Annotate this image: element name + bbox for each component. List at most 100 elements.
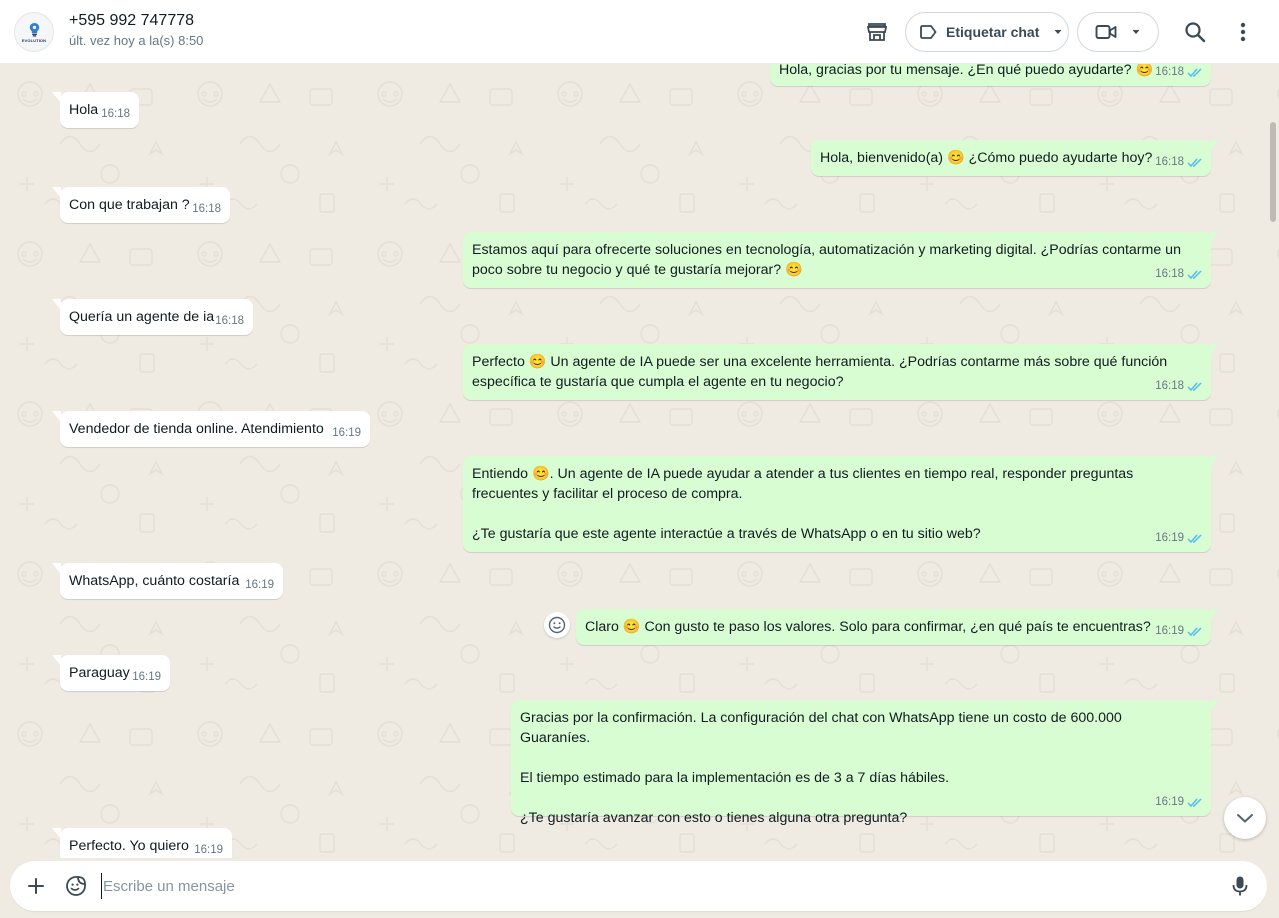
message-incoming[interactable]: Paraguay 16:19 bbox=[52, 655, 170, 691]
message-text: Hola, gracias por tu mensaje. ¿En qué pu… bbox=[779, 64, 1154, 78]
bubble-tail bbox=[1210, 456, 1219, 467]
catalog-store-button[interactable] bbox=[862, 17, 892, 47]
chat-header: EVOLUTION +595 992 747778 últ. vez hoy a… bbox=[0, 0, 1279, 64]
message-text: Perfecto 😊 Un agente de IA puede ser una… bbox=[472, 354, 1172, 390]
message-time: 16:19 bbox=[132, 671, 161, 683]
video-camera-icon bbox=[1095, 25, 1117, 39]
contact-name: +595 992 747778 bbox=[69, 12, 195, 29]
plus-icon bbox=[28, 878, 44, 894]
voice-message-button[interactable] bbox=[1228, 874, 1252, 898]
message-meta: 16:19 bbox=[1155, 792, 1203, 812]
double-check-read-icon bbox=[1187, 381, 1202, 391]
message-time: 16:18 bbox=[101, 108, 130, 120]
message-incoming[interactable]: WhatsApp, cuánto costaría 16:19 bbox=[52, 563, 283, 599]
bubble-tail bbox=[52, 92, 61, 103]
message-time: 16:18 bbox=[1155, 380, 1184, 392]
message-time: 16:18 bbox=[1155, 268, 1184, 280]
message-time: 16:18 bbox=[192, 203, 221, 215]
message-time: 16:18 bbox=[1155, 156, 1184, 168]
message-time: 16:19 bbox=[1155, 532, 1184, 544]
message-incoming[interactable]: Perfecto. Yo quiero 16:19 bbox=[52, 828, 232, 858]
message-time: 16:18 bbox=[1155, 66, 1184, 78]
message-text: Hola, bienvenido(a) 😊 ¿Cómo puedo ayudar… bbox=[820, 150, 1153, 166]
message-incoming[interactable]: Vendedor de tienda online. Atendimiento … bbox=[52, 411, 370, 447]
double-check-read-icon bbox=[1187, 157, 1202, 167]
double-check-read-icon bbox=[1187, 533, 1202, 543]
chat-scrollbar[interactable] bbox=[1270, 122, 1276, 222]
bubble-tail bbox=[1210, 344, 1219, 355]
message-outgoing[interactable]: Gracias por la confirmación. La configur… bbox=[511, 700, 1219, 826]
composer-box bbox=[10, 861, 1267, 911]
microphone-icon bbox=[1232, 876, 1248, 896]
message-text: Gracias por la confirmación. La configur… bbox=[520, 710, 1122, 826]
message-input[interactable] bbox=[101, 873, 1201, 899]
sticker-icon bbox=[66, 876, 86, 896]
bubble-tail bbox=[52, 828, 61, 839]
double-check-read-icon bbox=[1187, 797, 1202, 807]
chat-messages-area[interactable]: Hola, gracias por tu mensaje. ¿En qué pu… bbox=[0, 64, 1279, 858]
lightbulb-logo-icon bbox=[29, 22, 39, 36]
add-reaction-button[interactable] bbox=[544, 612, 570, 638]
search-icon bbox=[1185, 22, 1206, 43]
double-check-read-icon bbox=[1187, 269, 1202, 279]
message-time: 16:18 bbox=[215, 315, 244, 327]
message-text: Vendedor de tienda online. Atendimiento bbox=[69, 421, 324, 437]
bubble-tail bbox=[52, 187, 61, 198]
message-meta: 16:19 bbox=[332, 423, 361, 443]
search-button[interactable] bbox=[1180, 17, 1210, 47]
message-incoming[interactable]: Hola 16:18 bbox=[52, 92, 139, 128]
scroll-to-bottom-button[interactable] bbox=[1224, 797, 1266, 839]
contact-avatar[interactable]: EVOLUTION bbox=[14, 12, 54, 52]
message-time: 16:19 bbox=[332, 427, 361, 439]
message-incoming[interactable]: Quería un agente de ia 16:18 bbox=[52, 299, 253, 335]
message-outgoing[interactable]: Perfecto 😊 Un agente de IA puede ser una… bbox=[463, 344, 1219, 400]
bubble-tail bbox=[52, 563, 61, 574]
bubble-tail bbox=[52, 411, 61, 422]
message-meta: 16:19 bbox=[1155, 621, 1203, 641]
bubble-tail bbox=[52, 655, 61, 666]
message-time: 16:19 bbox=[245, 579, 274, 591]
label-chat-text: Etiquetar chat bbox=[946, 24, 1040, 40]
message-outgoing[interactable]: Entiendo 😊. Un agente de IA puede ayudar… bbox=[463, 456, 1219, 552]
message-text: Estamos aquí para ofrecerte soluciones e… bbox=[472, 242, 1185, 278]
message-outgoing[interactable]: Estamos aquí para ofrecerte soluciones e… bbox=[463, 232, 1219, 288]
message-text: WhatsApp, cuánto costaría bbox=[69, 573, 240, 589]
label-tag-icon bbox=[920, 25, 937, 39]
message-meta: 16:19 bbox=[245, 575, 274, 595]
kebab-menu-icon bbox=[1240, 22, 1246, 42]
message-meta: 16:18 bbox=[1155, 152, 1203, 172]
message-time: 16:19 bbox=[1155, 796, 1184, 808]
more-options-button[interactable] bbox=[1228, 17, 1258, 47]
message-outgoing[interactable]: Hola, gracias por tu mensaje. ¿En qué pu… bbox=[770, 64, 1211, 86]
chevron-down-icon bbox=[1237, 814, 1253, 823]
message-time: 16:19 bbox=[1155, 625, 1184, 637]
double-check-read-icon bbox=[1187, 67, 1202, 77]
bubble-tail bbox=[52, 299, 61, 310]
message-text: Entiendo 😊. Un agente de IA puede ayudar… bbox=[472, 466, 1134, 542]
video-call-button[interactable] bbox=[1077, 12, 1159, 52]
label-chat-button[interactable]: Etiquetar chat bbox=[905, 12, 1069, 52]
message-composer bbox=[0, 858, 1279, 918]
attach-button[interactable] bbox=[24, 874, 48, 898]
message-meta: 16:18 bbox=[1155, 264, 1203, 284]
message-meta: 16:18 bbox=[192, 199, 221, 219]
message-text: Claro 😊 Con gusto te paso los valores. S… bbox=[585, 619, 1151, 635]
message-incoming[interactable]: Con que trabajan ? 16:18 bbox=[52, 187, 230, 223]
message-meta: 16:18 bbox=[101, 104, 130, 124]
message-meta: 16:18 bbox=[1155, 376, 1203, 396]
chevron-down-icon bbox=[1054, 30, 1062, 34]
message-outgoing[interactable]: Hola, bienvenido(a) 😊 ¿Cómo puedo ayudar… bbox=[811, 140, 1219, 176]
chevron-down-icon bbox=[1132, 30, 1140, 34]
message-time: 16:19 bbox=[194, 844, 223, 856]
bubble-tail bbox=[1210, 140, 1219, 151]
message-meta: 16:19 bbox=[1155, 528, 1203, 548]
bubble-tail bbox=[1210, 700, 1219, 711]
message-outgoing[interactable]: Claro 😊 Con gusto te paso los valores. S… bbox=[576, 609, 1219, 645]
last-seen-status: últ. vez hoy a la(s) 8:50 bbox=[69, 33, 204, 48]
contact-info[interactable]: +595 992 747778 últ. vez hoy a la(s) 8:5… bbox=[69, 11, 203, 51]
avatar-logo-text: EVOLUTION bbox=[21, 37, 47, 43]
message-meta: 16:19 bbox=[194, 840, 223, 858]
bubble-tail bbox=[1210, 609, 1219, 620]
bubble-tail bbox=[1210, 232, 1219, 243]
emoji-sticker-button[interactable] bbox=[64, 874, 88, 898]
